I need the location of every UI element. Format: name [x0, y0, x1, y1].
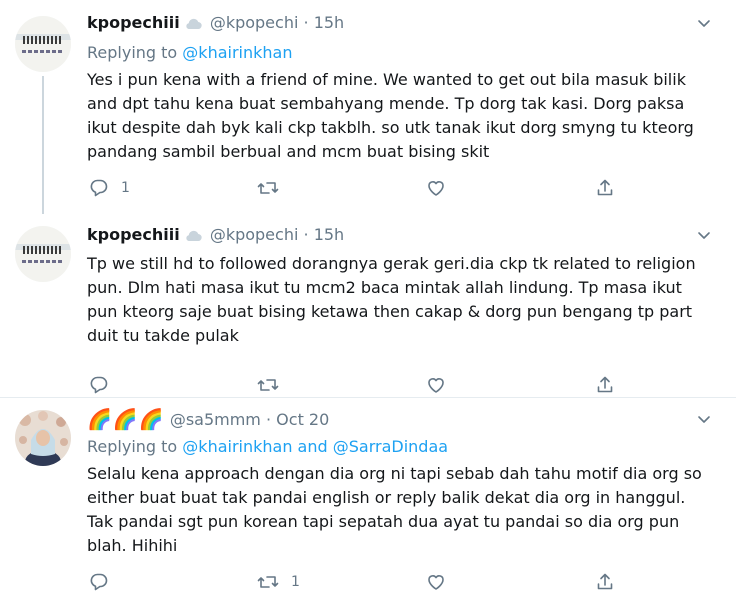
reply-icon [89, 572, 109, 592]
heart-icon [426, 178, 446, 198]
mention-link[interactable]: @khairinkhan [182, 437, 292, 456]
display-name[interactable]: kpopechiii [87, 13, 180, 32]
tweet-header: kpopechiii @kpopechi · 15h [87, 224, 344, 248]
share-button[interactable] [595, 176, 615, 200]
reply-icon [89, 178, 109, 198]
heart-icon [426, 572, 446, 592]
like-button[interactable] [426, 373, 458, 397]
avatar[interactable] [15, 16, 71, 72]
tweet-text: Yes i pun kena with a friend of mine. We… [87, 70, 694, 161]
timestamp[interactable]: Oct 20 [276, 410, 329, 429]
tweet-actions: 1 [87, 570, 647, 594]
display-name[interactable]: kpopechiii [87, 225, 180, 244]
replying-to: Replying to @khairinkhan and @SarraDinda… [87, 436, 448, 458]
cloud-icon [184, 226, 202, 248]
share-button[interactable] [595, 373, 615, 397]
replying-to: Replying to @khairinkhan [87, 42, 292, 64]
share-button[interactable] [595, 570, 615, 594]
replying-to-label: Replying to [87, 437, 183, 456]
retweet-button[interactable]: 1 [257, 570, 300, 594]
tweet-text: Selalu kena approach dengan dia org ni t… [87, 464, 702, 555]
reply-count: 1 [121, 180, 130, 196]
tweet-actions: 1 [87, 176, 647, 200]
share-icon [595, 375, 615, 395]
user-handle[interactable]: @sa5mmm [170, 410, 261, 429]
retweet-icon [257, 572, 279, 592]
retweet-button[interactable] [257, 373, 291, 397]
heart-icon [426, 375, 446, 395]
avatar[interactable] [15, 410, 71, 466]
reply-icon [89, 375, 109, 395]
reply-button[interactable] [89, 570, 121, 594]
retweet-icon [257, 375, 279, 395]
chevron-down-icon[interactable] [696, 412, 716, 428]
display-name[interactable]: 🌈🌈🌈 [87, 407, 165, 431]
like-button[interactable] [426, 570, 458, 594]
separator-dot: · [303, 225, 309, 244]
tweet-header: kpopechiii @kpopechi · 15h [87, 12, 344, 36]
tweet-header: 🌈🌈🌈 @sa5mmm · Oct 20 [87, 408, 329, 431]
reply-button[interactable]: 1 [89, 176, 130, 200]
reply-button[interactable] [89, 373, 121, 397]
tweet[interactable]: kpopechiii @kpopechi · 15h Tp we still h… [0, 214, 736, 398]
retweet-button[interactable] [257, 176, 291, 200]
user-handle[interactable]: @kpopechi [210, 225, 299, 244]
retweet-count: 1 [291, 574, 300, 590]
tweet[interactable]: kpopechiii @kpopechi · 15h Replying to @… [0, 0, 736, 214]
like-button[interactable] [426, 176, 458, 200]
separator-dot: · [303, 13, 309, 32]
replying-and: and [292, 437, 333, 456]
separator-dot: · [265, 410, 272, 429]
cloud-icon [184, 14, 202, 36]
tweet[interactable]: 🌈🌈🌈 @sa5mmm · Oct 20 Replying to @khairi… [0, 398, 736, 602]
mention-link[interactable]: @SarraDindaa [333, 437, 448, 456]
chevron-down-icon[interactable] [696, 16, 716, 32]
timestamp[interactable]: 15h [314, 13, 345, 32]
avatar[interactable] [15, 226, 71, 282]
tweet-text: Tp we still hd to followed dorangnya ger… [87, 254, 696, 345]
replying-to-label: Replying to [87, 43, 183, 62]
user-handle[interactable]: @kpopechi [210, 13, 299, 32]
thread-line [42, 76, 44, 214]
tweet-actions [87, 373, 647, 397]
timestamp[interactable]: 15h [314, 225, 345, 244]
mention-link[interactable]: @khairinkhan [182, 43, 292, 62]
share-icon [595, 572, 615, 592]
chevron-down-icon[interactable] [696, 228, 716, 244]
retweet-icon [257, 178, 279, 198]
share-icon [595, 178, 615, 198]
